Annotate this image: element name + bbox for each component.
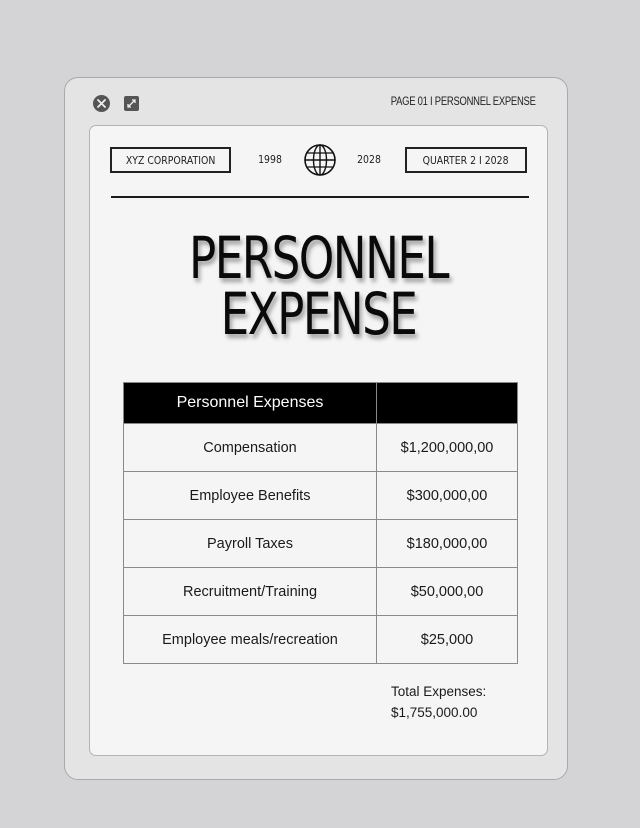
expense-item: Recruitment/Training [123,567,377,616]
quarter-box: QUARTER 2 I 2028 [405,147,527,173]
header-divider [111,196,529,198]
expense-table: Personnel Expenses Compensation $1,200,0… [123,382,518,664]
expense-amount: $300,000,00 [376,471,518,520]
header-item: Personnel Expenses [123,382,377,424]
table-row: Compensation $1,200,000,00 [123,423,518,472]
expand-icon [127,99,136,108]
year-end: 2028 [357,153,381,166]
header-amount [376,382,518,424]
close-icon [97,99,106,108]
expense-item: Compensation [123,423,377,472]
total-label: Total Expenses: [391,684,487,699]
company-box: XYZ CORPORATION [110,147,231,173]
expense-item: Employee meals/recreation [123,615,377,664]
total-expenses: Total Expenses: $1,755,000.00 [391,681,486,723]
expense-item: Employee Benefits [123,471,377,520]
expense-amount: $25,000 [376,615,518,664]
company-name: XYZ CORPORATION [125,153,216,167]
table-header-row: Personnel Expenses [123,382,518,424]
table-row: Recruitment/Training $50,000,00 [123,567,518,616]
expense-amount: $50,000,00 [376,567,518,616]
document-window: PAGE 01 I PERSONNEL EXPENSE XYZ CORPORAT… [64,77,568,780]
expense-amount: $1,200,000,00 [376,423,518,472]
page-label: PAGE 01 I PERSONNEL EXPENSE [391,96,536,108]
table-row: Payroll Taxes $180,000,00 [123,519,518,568]
globe-icon [304,144,336,176]
title-line-1: PERSONNEL [188,224,450,292]
table-row: Employee Benefits $300,000,00 [123,471,518,520]
close-button[interactable] [93,95,110,112]
expense-item: Payroll Taxes [123,519,377,568]
quarter-label: QUARTER 2 I 2028 [423,153,509,167]
table-row: Employee meals/recreation $25,000 [123,615,518,664]
document-page: XYZ CORPORATION 1998 2028 QUARTER 2 I 20… [89,125,548,756]
page-title: PERSONNEL EXPENSE [140,224,496,348]
year-start: 1998 [258,153,282,166]
total-value: $1,755,000.00 [391,705,478,720]
expense-amount: $180,000,00 [376,519,518,568]
title-line-2: EXPENSE [220,280,418,348]
expand-button[interactable] [124,96,139,111]
